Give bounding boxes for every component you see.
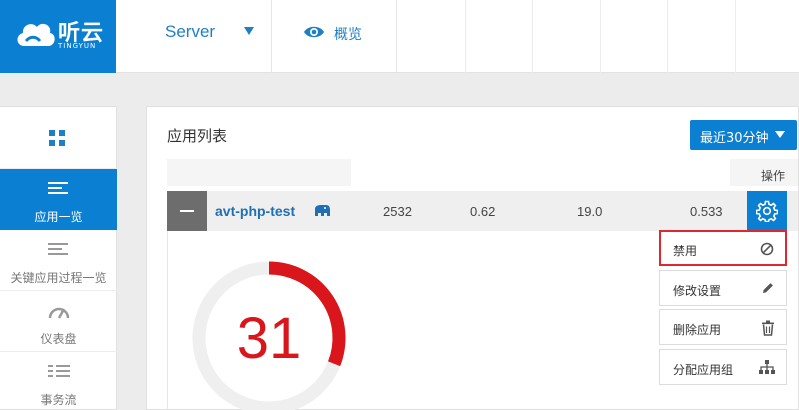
- nav-divider: [667, 0, 668, 73]
- column-header-actions: 操作: [761, 169, 786, 183]
- time-range-label: 最近30分钟: [700, 131, 769, 146]
- menu-item-label: 修改设置: [673, 284, 722, 298]
- sidebar-item-key-process[interactable]: 关键应用过程一览: [0, 230, 117, 291]
- hierarchy-icon: [759, 360, 775, 374]
- php-elephant-icon: [315, 205, 330, 216]
- table-row: avt-php-test 2532 0.62 19.0 0.533: [167, 191, 798, 231]
- menu-item-assign-group[interactable]: 分配应用组: [659, 349, 787, 385]
- pencil-icon: [763, 283, 773, 293]
- settings-button[interactable]: [747, 191, 787, 231]
- cloud-logo-icon: [17, 23, 55, 46]
- nav-divider: [735, 0, 736, 73]
- overview-nav[interactable]: 概览: [272, 0, 397, 73]
- minus-icon: [180, 210, 194, 212]
- apdex-gauge: 31: [192, 261, 346, 410]
- grid-icon: [49, 130, 65, 146]
- server-dropdown[interactable]: Server: [116, 0, 272, 73]
- dashboard-icon: [48, 307, 70, 319]
- page-title: 应用列表: [167, 127, 228, 145]
- cell-value: 2532: [383, 204, 412, 219]
- logo[interactable]: 听云 TINGYUN: [0, 0, 116, 73]
- nav-divider: [465, 0, 466, 73]
- sidebar-item-transaction-flow[interactable]: 事务流: [0, 352, 117, 410]
- sidebar: 应用一览 关键应用过程一览 仪表盘 事务流: [0, 106, 117, 410]
- nav-divider: [600, 0, 601, 73]
- app-settings-menu: 禁用 修改设置 删除应用 分配应用组: [659, 230, 799, 410]
- cell-value: 19.0: [577, 204, 603, 219]
- list-icon: [48, 243, 68, 255]
- menu-item-label: 禁用: [673, 244, 698, 258]
- eye-icon: [304, 26, 324, 38]
- sidebar-menu-toggle[interactable]: [0, 107, 117, 169]
- sidebar-item-label: 仪表盘: [40, 332, 77, 346]
- time-range-dropdown[interactable]: 最近30分钟: [690, 120, 797, 150]
- nav-divider: [532, 0, 533, 73]
- server-label: Server: [165, 22, 216, 41]
- menu-item-delete-app[interactable]: 删除应用: [659, 309, 787, 345]
- menu-item-label: 删除应用: [673, 323, 722, 337]
- cell-value: 0.62: [470, 204, 496, 219]
- brand-subtitle: TINGYUN: [58, 42, 97, 50]
- sidebar-item-label: 应用一览: [34, 210, 83, 224]
- overview-label: 概览: [334, 27, 362, 43]
- caret-down-icon: [244, 27, 254, 35]
- table-header: [167, 159, 351, 186]
- menu-item-disable[interactable]: 禁用: [659, 230, 787, 266]
- sidebar-item-dashboard[interactable]: 仪表盘: [0, 291, 117, 352]
- caret-down-icon: [775, 131, 785, 138]
- collapse-button[interactable]: [167, 191, 207, 231]
- trash-icon: [762, 320, 774, 336]
- gear-icon: [756, 200, 778, 222]
- sidebar-item-label: 事务流: [40, 393, 77, 407]
- list-icon: [48, 182, 68, 194]
- menu-item-label: 分配应用组: [673, 363, 734, 377]
- sidebar-item-app-overview[interactable]: 应用一览: [0, 169, 117, 230]
- app-name-link[interactable]: avt-php-test: [215, 203, 295, 219]
- flow-icon: [48, 365, 70, 377]
- gauge-value: 31: [237, 306, 302, 371]
- sidebar-item-label: 关键应用过程一览: [10, 271, 107, 285]
- top-bar: 听云 TINGYUN Server 概览: [0, 0, 799, 73]
- menu-item-edit-settings[interactable]: 修改设置: [659, 270, 787, 306]
- ban-icon: [760, 242, 774, 256]
- cell-value: 0.533: [690, 204, 723, 219]
